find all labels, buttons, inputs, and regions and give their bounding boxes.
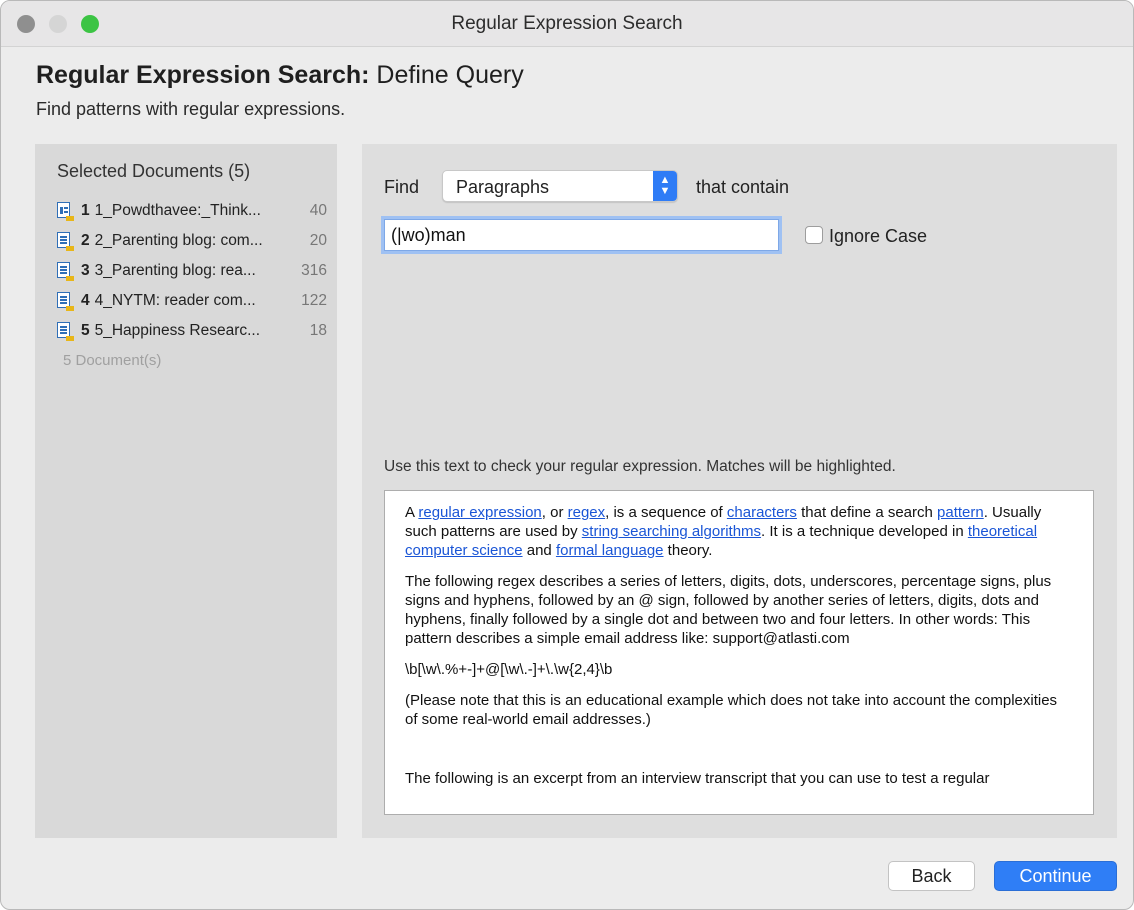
- selected-documents-panel: Selected Documents (5) 1 1_Powdthavee:_T…: [35, 144, 337, 838]
- document-name: 1_Powdthavee:_Think...: [94, 202, 261, 219]
- document-name: 5_Happiness Researc...: [94, 322, 261, 339]
- continue-button[interactable]: Continue: [994, 861, 1117, 891]
- test-paragraph-3: \b[\w\.%+-]+@[\w\.-]+\.\w{2,4}\b: [405, 661, 613, 678]
- text-document-icon: [57, 232, 74, 251]
- regex-input[interactable]: [384, 219, 779, 251]
- page-subtitle: Find patterns with regular expressions.: [36, 99, 346, 119]
- link-pattern[interactable]: pattern: [937, 504, 984, 521]
- query-panel: Find Paragraphs ▲▼ that contain Ignore C…: [362, 144, 1117, 838]
- text-document-icon: [57, 322, 74, 341]
- find-label: Find: [384, 177, 420, 197]
- test-text-run: A: [405, 504, 419, 521]
- document-item-2[interactable]: 2 2_Parenting blog: com... 20: [57, 226, 327, 256]
- link-formal-language[interactable]: formal language: [556, 542, 664, 559]
- title-bar: Regular Expression Search: [1, 1, 1133, 47]
- up-down-chevron-icon: ▲ ▼: [653, 171, 677, 201]
- documents-footer: 5 Document(s): [63, 352, 162, 369]
- that-contain-label: that contain: [696, 177, 790, 197]
- ignore-case-label[interactable]: Ignore Case: [829, 226, 927, 247]
- document-number: 4: [81, 292, 90, 309]
- test-text-run: that define a search: [796, 504, 938, 521]
- page-title-rest: Define Query: [369, 61, 524, 89]
- link-regular-expression[interactable]: regular expression: [418, 504, 541, 521]
- link-string-searching-algorithms[interactable]: string searching algorithms: [582, 523, 761, 540]
- regex-search-window: Regular Expression Search Regular Expres…: [0, 0, 1134, 910]
- test-paragraph-5: The following is an excerpt from an inte…: [405, 770, 990, 787]
- page-title: Regular Expression Search: Define Query: [36, 61, 524, 90]
- document-number: 3: [81, 262, 90, 279]
- search-unit-value: Paragraphs: [456, 177, 550, 197]
- document-name: 3_Parenting blog: rea...: [94, 262, 256, 279]
- document-item-4[interactable]: 4 4_NYTM: reader com... 122: [57, 286, 327, 316]
- document-count: 18: [309, 322, 327, 339]
- document-list: 1 1_Powdthavee:_Think... 40 2 2_Parentin…: [57, 196, 327, 346]
- test-paragraph-4: (Please note that this is an educational…: [405, 692, 1058, 728]
- test-text-area[interactable]: A regular expression, or regex, is a seq…: [384, 490, 1094, 815]
- link-regex[interactable]: regex: [568, 504, 606, 521]
- document-count: 20: [309, 232, 327, 249]
- document-count: 40: [309, 202, 327, 219]
- document-name: 4_NYTM: reader com...: [94, 292, 256, 309]
- selected-documents-title: Selected Documents (5): [57, 161, 251, 181]
- link-characters[interactable]: characters: [727, 504, 797, 521]
- test-paragraph-2: The following regex describes a series o…: [405, 573, 1052, 647]
- window-title: Regular Expression Search: [451, 13, 683, 34]
- document-name: 2_Parenting blog: com...: [94, 232, 263, 249]
- test-text-run: . It is a technique developed in: [761, 523, 968, 540]
- test-text-run: , or: [541, 504, 568, 521]
- text-document-icon: [57, 292, 74, 311]
- test-text-hint: Use this text to check your regular expr…: [384, 458, 896, 475]
- document-count: 316: [301, 262, 327, 279]
- test-text-run: theory.: [663, 542, 713, 559]
- ignore-case-checkbox[interactable]: [805, 226, 823, 244]
- page-title-bold: Regular Expression Search:: [36, 61, 370, 89]
- document-count: 122: [301, 292, 327, 309]
- document-number: 2: [81, 232, 90, 249]
- text-document-icon: [57, 262, 74, 281]
- test-text-run: and: [522, 542, 556, 559]
- pdf-document-icon: [57, 202, 74, 221]
- document-item-5[interactable]: 5 5_Happiness Researc... 18: [57, 316, 327, 346]
- document-number: 5: [81, 322, 90, 339]
- back-button[interactable]: Back: [888, 861, 975, 891]
- document-number: 1: [81, 202, 90, 219]
- document-item-3[interactable]: 3 3_Parenting blog: rea... 316: [57, 256, 327, 286]
- document-item-1[interactable]: 1 1_Powdthavee:_Think... 40: [57, 196, 327, 226]
- test-text-run: , is a sequence of: [605, 504, 727, 521]
- test-paragraph-1: A regular expression, or regex, is a seq…: [405, 503, 1073, 560]
- search-unit-select[interactable]: Paragraphs ▲ ▼: [442, 170, 678, 202]
